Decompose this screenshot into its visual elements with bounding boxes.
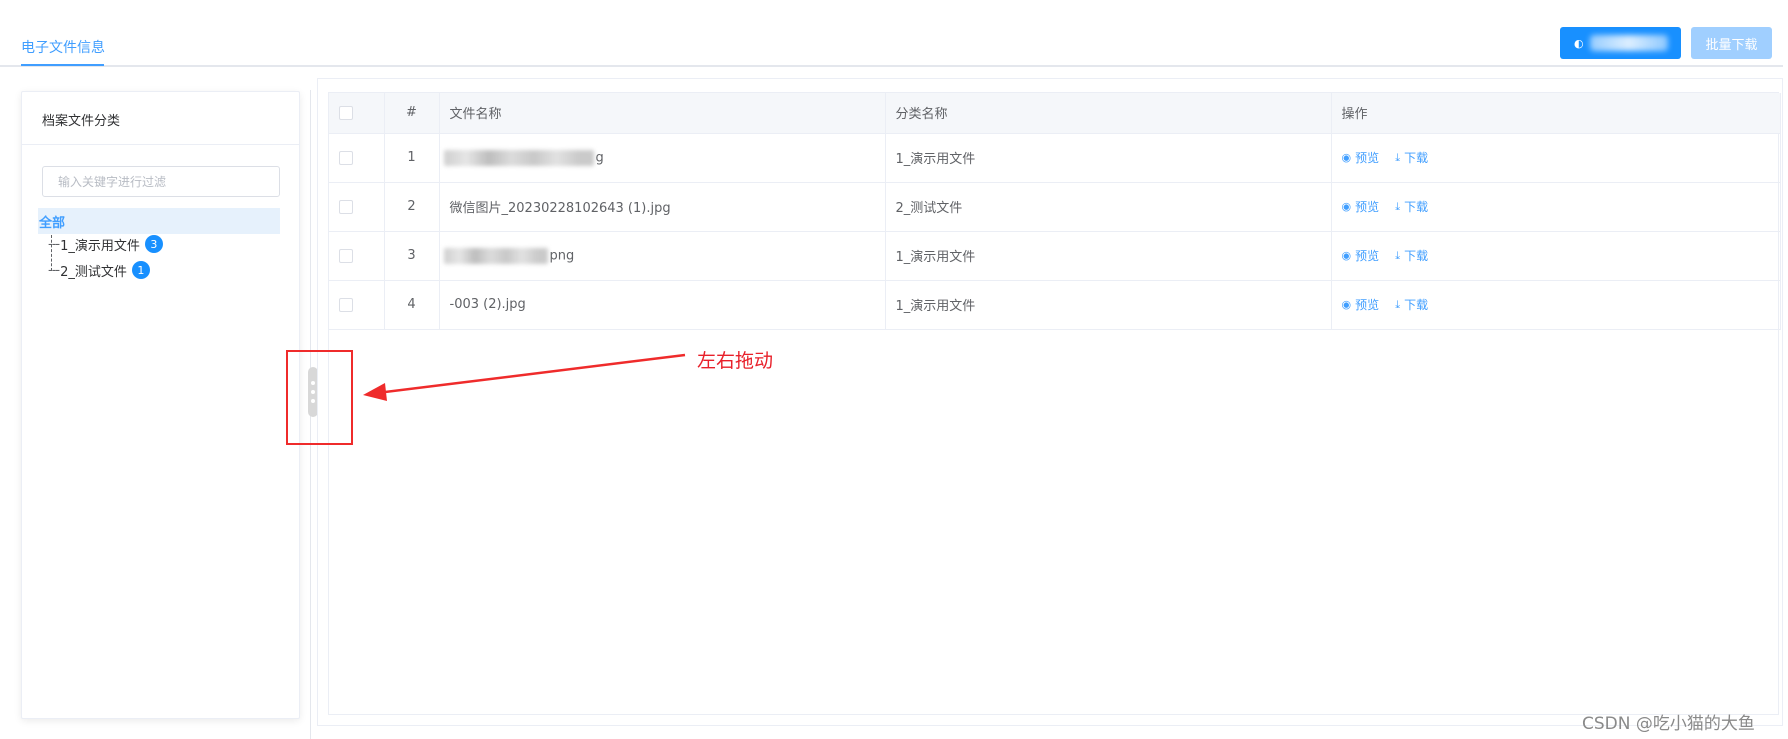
header-category: 分类名称 (885, 93, 1332, 134)
row-select-cell (329, 182, 385, 232)
preview-label: 预览 (1355, 248, 1380, 263)
annotation-label: 左右拖动 (697, 350, 774, 372)
divider (22, 144, 299, 145)
preview-label: 预览 (1355, 199, 1380, 214)
row-select-cell (329, 280, 385, 330)
row-category: 1_演示用文件 (885, 133, 1332, 183)
row-file-name: -003 (2).jpg (439, 280, 886, 330)
row-index: 3 (384, 231, 440, 281)
row-category: 2_测试文件 (885, 182, 1332, 232)
annotation-highlight-box (286, 350, 353, 445)
preview-link[interactable]: ◉ 预览 (1342, 149, 1380, 166)
table-row: 2 微信图片_20230228102643 (1).jpg 2_测试文件 ◉ 预览… (329, 182, 1781, 232)
tree-node-label: 全部 (39, 215, 66, 231)
tree-node-label: 2_测试文件 (60, 264, 127, 280)
row-file-name: png (439, 231, 886, 281)
row-select-cell (329, 231, 385, 281)
eye-icon: ◉ (1341, 248, 1352, 262)
download-label: 下载 (1404, 200, 1429, 215)
table-header-row: # 文件名称 分类名称 操作 (329, 93, 1781, 134)
row-index: 2 (384, 182, 440, 232)
select-all-checkbox[interactable] (339, 105, 353, 120)
watermark: CSDN @吃小猫的大鱼 (1582, 714, 1755, 734)
eye-icon: ◉ (1341, 199, 1352, 213)
row-category: 1_演示用文件 (885, 280, 1332, 330)
preview-label: 预览 (1355, 297, 1380, 312)
download-label: 下载 (1404, 151, 1429, 166)
file-name-text: g (595, 150, 604, 165)
eye-icon: ◐ (1574, 36, 1584, 50)
row-index: 4 (384, 280, 440, 330)
header-actions: 操作 (1331, 93, 1781, 134)
tree-connector: --- (48, 262, 60, 278)
file-table: # 文件名称 分类名称 操作 1 g 1_演示用文件 ◉ 预览 ⤓ 下载 2 微… (329, 93, 1781, 330)
download-icon: ⤓ (1395, 297, 1401, 311)
row-file-name: g (439, 133, 886, 183)
download-link[interactable]: ⤓ 下载 (1395, 247, 1428, 264)
download-link[interactable]: ⤓ 下载 (1395, 296, 1428, 313)
eye-icon: ◉ (1341, 297, 1352, 311)
preview-link[interactable]: ◉ 预览 (1342, 296, 1380, 313)
tab-electronic-file-info[interactable]: 电子文件信息 (21, 37, 105, 57)
category-panel-title: 档案文件分类 (42, 114, 121, 129)
row-checkbox[interactable] (339, 297, 353, 312)
preview-link[interactable]: ◉ 预览 (1342, 247, 1380, 264)
row-checkbox[interactable] (339, 199, 353, 214)
select-all-cell (329, 93, 385, 134)
row-file-name: 微信图片_20230228102643 (1).jpg (439, 182, 886, 232)
tree-connector: --- (48, 236, 60, 252)
category-panel: 档案文件分类 全部 --- 1_演示用文件 3 --- 2_测试文件 1 (21, 91, 300, 719)
eye-icon: ◉ (1341, 150, 1352, 164)
download-icon: ⤓ (1395, 248, 1401, 262)
file-name-text: png (549, 248, 575, 263)
count-badge: 3 (144, 235, 163, 253)
table-row: 1 g 1_演示用文件 ◉ 预览 ⤓ 下载 (329, 133, 1781, 183)
preview-label: 预览 (1355, 150, 1380, 165)
row-checkbox[interactable] (339, 248, 353, 263)
download-link[interactable]: ⤓ 下载 (1395, 198, 1428, 215)
table-row: 4 -003 (2).jpg 1_演示用文件 ◉ 预览 ⤓ 下载 (329, 280, 1781, 330)
row-category: 1_演示用文件 (885, 231, 1332, 281)
tree-node-all[interactable]: 全部 (38, 208, 280, 234)
download-link[interactable]: ⤓ 下载 (1395, 149, 1428, 166)
row-actions: ◉ 预览 ⤓ 下载 (1331, 231, 1781, 281)
tab-bar: 电子文件信息 (0, 0, 1783, 67)
redacted-mosaic (443, 247, 548, 264)
preview-link[interactable]: ◉ 预览 (1342, 198, 1380, 215)
batch-download-button[interactable]: 批量下载 (1691, 27, 1772, 59)
header-file-name: 文件名称 (439, 93, 886, 134)
tree-node-test-files[interactable]: --- 2_测试文件 1 (48, 260, 150, 280)
tree-node-demo-files[interactable]: --- 1_演示用文件 3 (48, 234, 163, 254)
row-actions: ◉ 预览 ⤓ 下载 (1331, 133, 1781, 183)
header-index: # (384, 93, 440, 134)
tab-active-indicator (21, 64, 104, 66)
download-label: 下载 (1404, 249, 1429, 264)
download-icon: ⤓ (1395, 150, 1401, 164)
filter-input[interactable] (42, 166, 280, 197)
download-icon: ⤓ (1395, 199, 1401, 213)
blurred-button-label (1590, 35, 1668, 51)
redacted-mosaic (443, 149, 594, 166)
row-index: 1 (384, 133, 440, 183)
table-row: 3 png 1_演示用文件 ◉ 预览 ⤓ 下载 (329, 231, 1781, 281)
row-actions: ◉ 预览 ⤓ 下载 (1331, 182, 1781, 232)
row-actions: ◉ 预览 ⤓ 下载 (1331, 280, 1781, 330)
tree-node-label: 1_演示用文件 (60, 238, 140, 254)
download-label: 下载 (1404, 298, 1429, 313)
annotation-arrow-icon (363, 353, 686, 401)
row-checkbox[interactable] (339, 150, 353, 165)
row-select-cell (329, 133, 385, 183)
primary-action-button[interactable]: ◐ (1560, 27, 1681, 59)
count-badge: 1 (131, 261, 150, 279)
